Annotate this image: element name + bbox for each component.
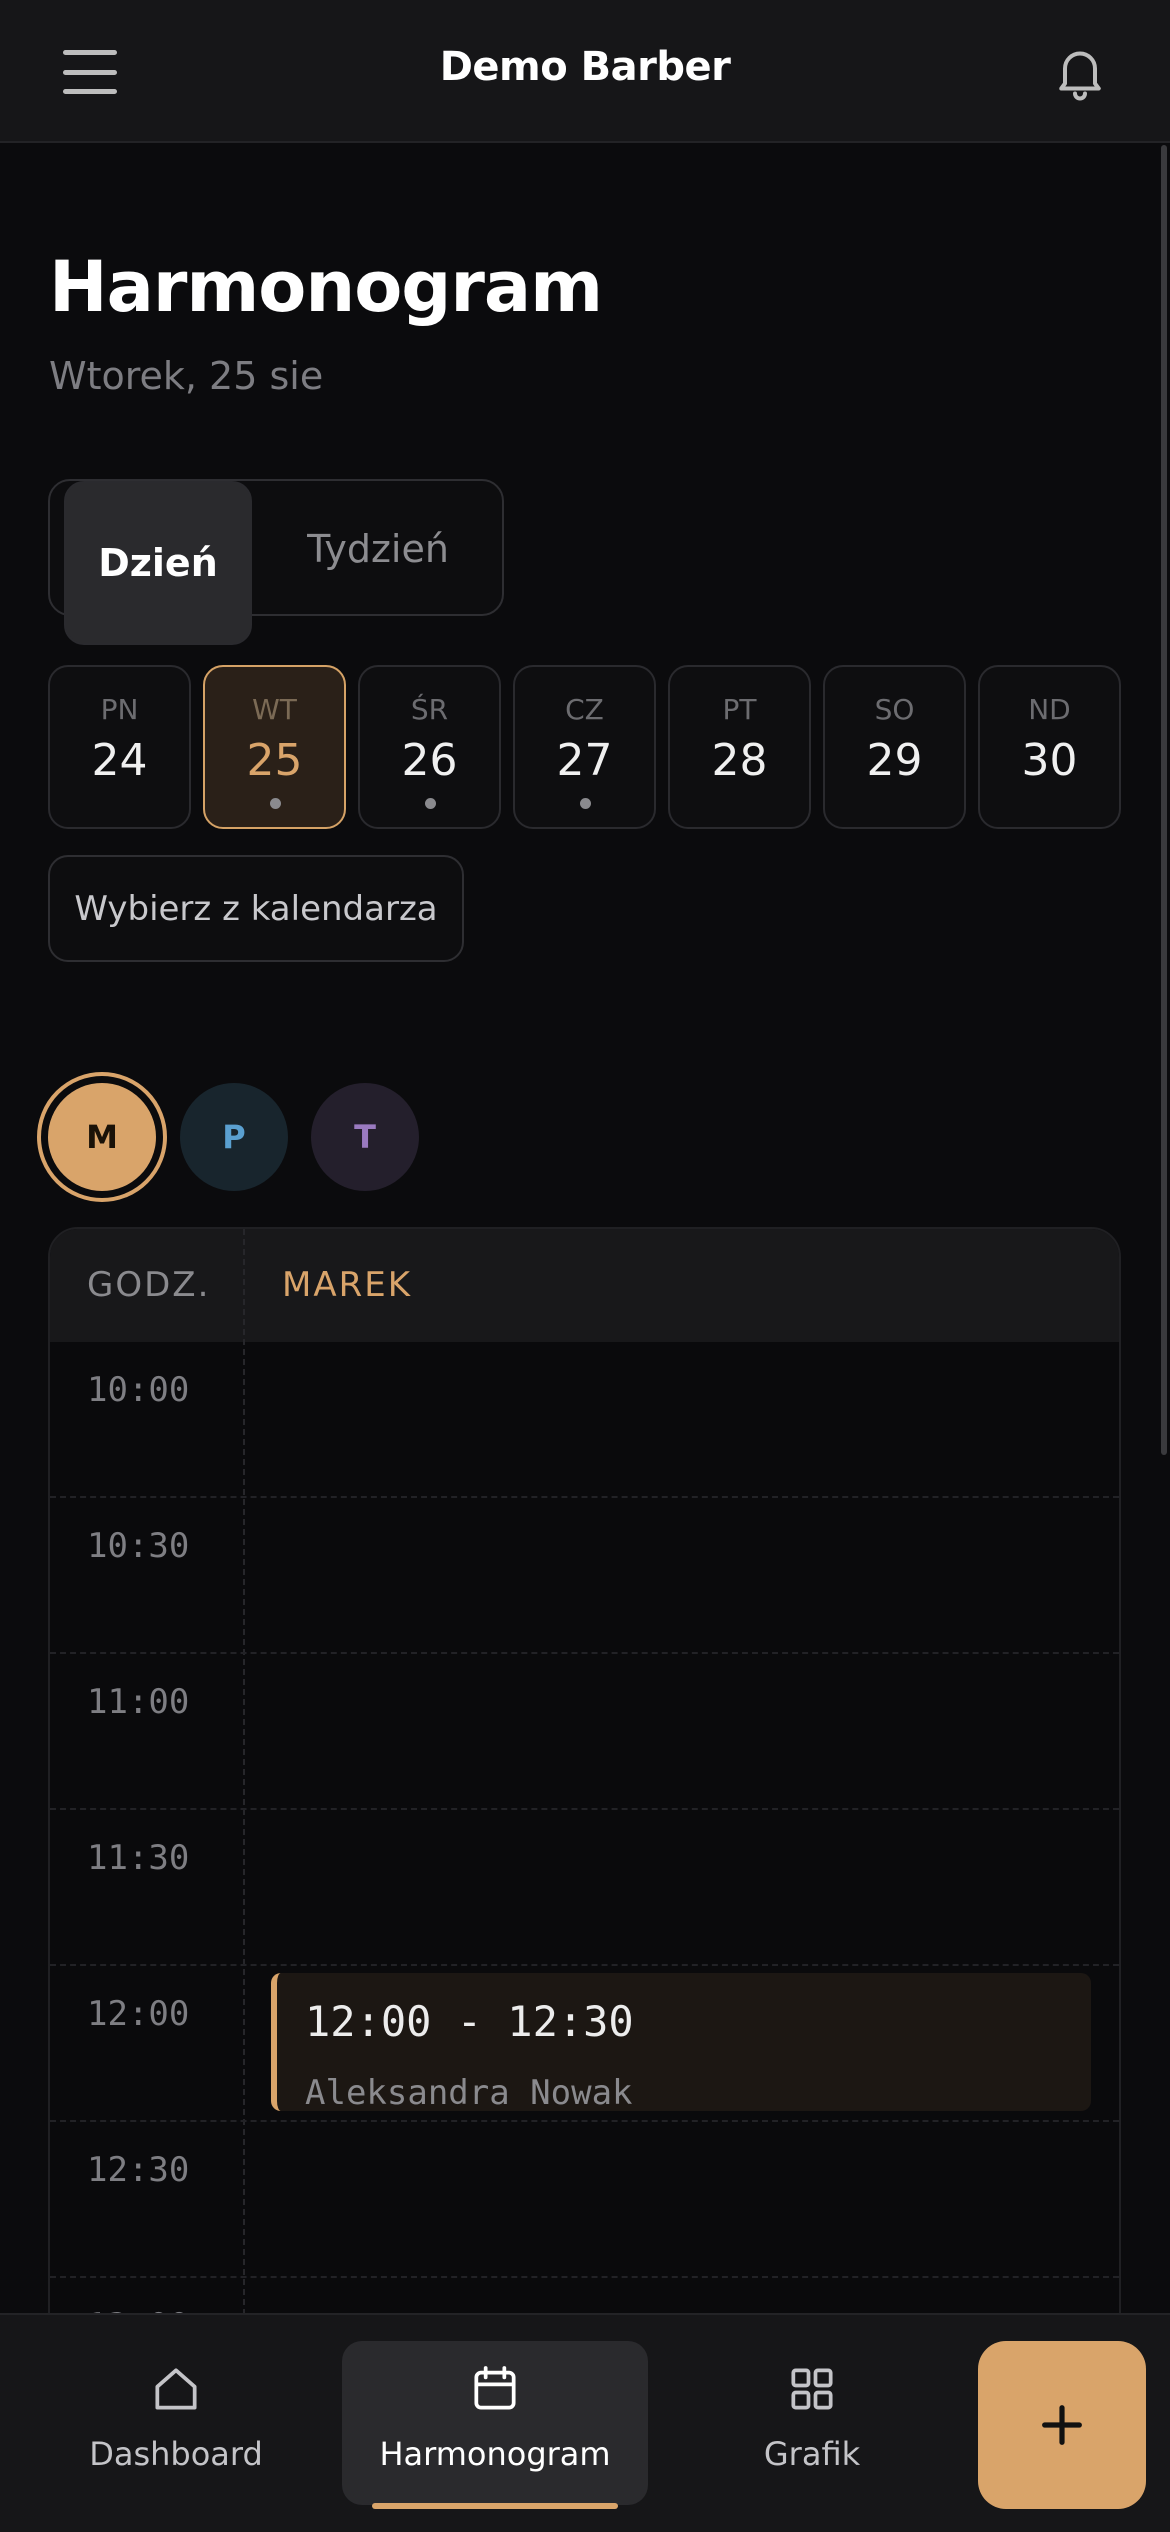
day-name: PN	[100, 693, 139, 726]
view-toggle: Dzień Tydzień	[48, 479, 504, 645]
scrollbar[interactable]	[1161, 145, 1167, 1455]
appointment-time: 12:00 - 12:30	[305, 1997, 634, 2046]
toggle-day[interactable]: Dzień	[64, 481, 252, 645]
day-tue[interactable]: WT 25	[203, 665, 346, 829]
day-name: WT	[252, 693, 297, 726]
nav-label: Grafik	[763, 2435, 861, 2473]
barber-avatar-m[interactable]: M	[37, 1072, 167, 1202]
appointment-card[interactable]: 12:00 - 12:30 Aleksandra Nowak	[271, 1973, 1091, 2111]
time-slot[interactable]: 10:30	[50, 1498, 1119, 1654]
appointment-client: Aleksandra Nowak	[305, 2073, 633, 2111]
schedule-grid: GODZ. MAREK 10:00 10:30 11:00 11:30 12:0…	[48, 1227, 1121, 2347]
day-name: PT	[722, 693, 757, 726]
slot-time: 12:30	[87, 2150, 190, 2190]
day-number: 25	[246, 735, 303, 786]
page-subtitle: Wtorek, 25 sie	[49, 354, 324, 398]
add-appointment-button[interactable]	[978, 2341, 1146, 2509]
slot-time: 10:00	[87, 1370, 190, 1410]
day-fri[interactable]: PT 28	[668, 665, 811, 829]
nav-harmonogram[interactable]: Harmonogram	[342, 2341, 648, 2505]
barber-column-header: MAREK	[282, 1265, 412, 1305]
slot-time: 11:30	[87, 1838, 190, 1878]
active-tab-indicator	[372, 2503, 618, 2509]
appointment-dot	[579, 798, 591, 809]
grid-icon	[791, 2368, 833, 2410]
day-name: ŚR	[410, 693, 449, 726]
appointment-dot	[424, 798, 436, 809]
time-slot[interactable]: 11:00	[50, 1654, 1119, 1810]
bottom-navigation: Dashboard Harmonogram Grafik	[0, 2313, 1170, 2532]
day-number: 27	[556, 735, 613, 786]
slot-time: 11:00	[87, 1682, 190, 1722]
app-title: Demo Barber	[439, 44, 731, 90]
nav-dashboard[interactable]: Dashboard	[76, 2341, 276, 2505]
day-thu[interactable]: CZ 27	[513, 665, 656, 829]
avatar-initial: M	[48, 1083, 156, 1191]
pick-from-calendar-button[interactable]: Wybierz z kalendarza	[48, 855, 464, 962]
top-app-bar: Demo Barber	[0, 0, 1170, 143]
day-number: 26	[401, 735, 458, 786]
day-number: 28	[711, 735, 768, 786]
time-column-header: GODZ.	[87, 1265, 211, 1305]
day-wed[interactable]: ŚR 26	[358, 665, 501, 829]
home-icon	[155, 2368, 197, 2410]
day-number: 24	[91, 735, 148, 786]
slot-time: 10:30	[87, 1526, 190, 1566]
day-sun[interactable]: ND 30	[978, 665, 1121, 829]
page-title: Harmonogram	[49, 246, 603, 328]
calendar-icon	[474, 2366, 516, 2410]
day-name: CZ	[565, 693, 604, 726]
day-name: ND	[1028, 693, 1071, 726]
plus-icon	[1042, 2405, 1082, 2445]
time-slot[interactable]: 10:00	[50, 1342, 1119, 1498]
bell-icon[interactable]	[1050, 40, 1110, 102]
slot-time: 12:00	[87, 1994, 190, 2034]
time-slot[interactable]: 12:30	[50, 2122, 1119, 2278]
appointment-dot	[269, 798, 281, 809]
barber-avatar-p[interactable]: P	[180, 1083, 288, 1191]
day-number: 29	[866, 735, 923, 786]
time-slot[interactable]: 11:30	[50, 1810, 1119, 1966]
nav-label: Harmonogram	[379, 2435, 611, 2473]
schedule-header: GODZ. MAREK	[50, 1229, 1119, 1342]
barber-avatar-t[interactable]: T	[311, 1083, 419, 1191]
nav-label: Dashboard	[89, 2435, 263, 2473]
toggle-week[interactable]: Tydzień	[268, 495, 488, 602]
day-mon[interactable]: PN 24	[48, 665, 191, 829]
day-number: 30	[1021, 735, 1078, 786]
day-name: SO	[874, 693, 915, 726]
day-sat[interactable]: SO 29	[823, 665, 966, 829]
nav-grafik[interactable]: Grafik	[712, 2341, 912, 2505]
